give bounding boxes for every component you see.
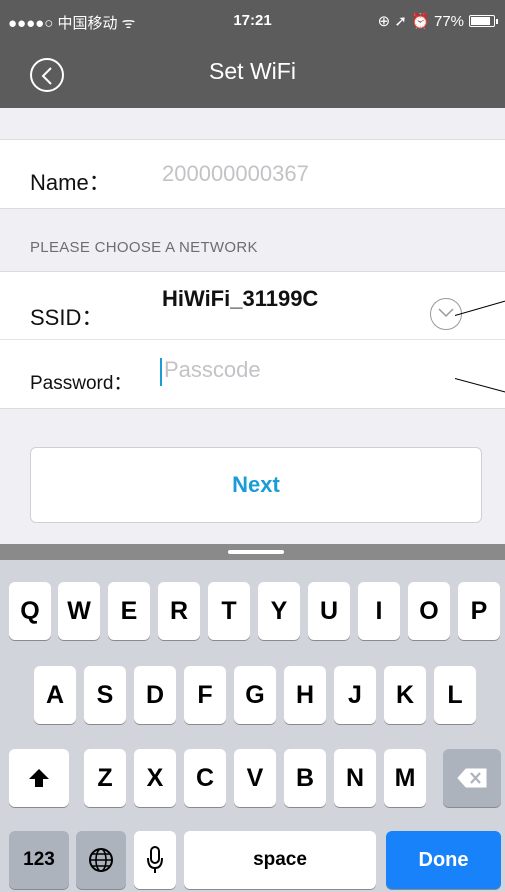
key-x[interactable]: X: [134, 749, 176, 807]
button-area: Next: [0, 408, 505, 544]
top-spacer: [0, 108, 505, 140]
ssid-row[interactable]: SSID： HiWiFi_31199C: [0, 272, 505, 340]
key-r[interactable]: R: [158, 582, 200, 640]
key-g[interactable]: G: [234, 666, 276, 724]
key-a[interactable]: A: [34, 666, 76, 724]
text-cursor: [160, 358, 162, 386]
key-b[interactable]: B: [284, 749, 326, 807]
key-q[interactable]: Q: [9, 582, 51, 640]
key-t[interactable]: T: [208, 582, 250, 640]
navigation-bar: ●●●●○ 中国移动 ᯤ 17:21 ⊕ ➚ ⏰ 77% Set WiFi: [0, 0, 505, 108]
numbers-key[interactable]: 123: [9, 831, 69, 889]
name-label: Name：: [30, 170, 111, 195]
key-o[interactable]: O: [408, 582, 450, 640]
space-key[interactable]: space: [184, 831, 376, 889]
next-button[interactable]: Next: [30, 447, 482, 523]
delete-key[interactable]: [443, 749, 501, 807]
name-row: Name： 200000000367: [0, 140, 505, 208]
backspace-icon: [457, 768, 487, 788]
key-e[interactable]: E: [108, 582, 150, 640]
key-l[interactable]: L: [434, 666, 476, 724]
chevron-down-icon: [438, 308, 454, 318]
done-key[interactable]: Done: [386, 831, 501, 889]
status-bar: ●●●●○ 中国移动 ᯤ 17:21 ⊕ ➚ ⏰ 77%: [0, 0, 505, 40]
section-header: PLEASE CHOOSE A NETWORK: [0, 208, 505, 272]
key-n[interactable]: N: [334, 749, 376, 807]
key-u[interactable]: U: [308, 582, 350, 640]
key-w[interactable]: W: [58, 582, 100, 640]
status-icons: ⊕ ➚ ⏰ 77%: [377, 13, 464, 30]
key-y[interactable]: Y: [258, 582, 300, 640]
keyboard: Q W E R T Y U I O P A S D F G H J K L Z …: [0, 544, 505, 892]
key-f[interactable]: F: [184, 666, 226, 724]
section-header-label: PLEASE CHOOSE A NETWORK: [30, 239, 258, 256]
key-k[interactable]: K: [384, 666, 426, 724]
key-h[interactable]: H: [284, 666, 326, 724]
key-v[interactable]: V: [234, 749, 276, 807]
name-field[interactable]: 200000000367: [162, 161, 309, 187]
key-z[interactable]: Z: [84, 749, 126, 807]
password-row: Password： Passcode: [0, 340, 505, 408]
key-s[interactable]: S: [84, 666, 126, 724]
keyboard-handle[interactable]: [228, 550, 284, 554]
key-m[interactable]: M: [384, 749, 426, 807]
shift-key[interactable]: [9, 749, 69, 807]
globe-key[interactable]: [76, 831, 126, 889]
key-p[interactable]: P: [458, 582, 500, 640]
battery-icon: [469, 15, 498, 27]
key-c[interactable]: C: [184, 749, 226, 807]
key-j[interactable]: J: [334, 666, 376, 724]
key-i[interactable]: I: [358, 582, 400, 640]
key-d[interactable]: D: [134, 666, 176, 724]
dictation-key[interactable]: [134, 831, 176, 889]
ssid-value: HiWiFi_31199C: [162, 286, 319, 311]
password-label: Password：: [30, 373, 133, 394]
keyboard-drag-bar[interactable]: [0, 544, 505, 560]
password-input[interactable]: Passcode: [164, 357, 261, 383]
ssid-label: SSID：: [30, 305, 104, 330]
status-indicators: ⊕ ➚ ⏰ 77%: [377, 12, 498, 30]
microphone-icon: [147, 846, 163, 873]
shift-arrow-icon: [29, 769, 49, 787]
page-title: Set WiFi: [209, 58, 296, 84]
globe-icon: [89, 848, 113, 872]
